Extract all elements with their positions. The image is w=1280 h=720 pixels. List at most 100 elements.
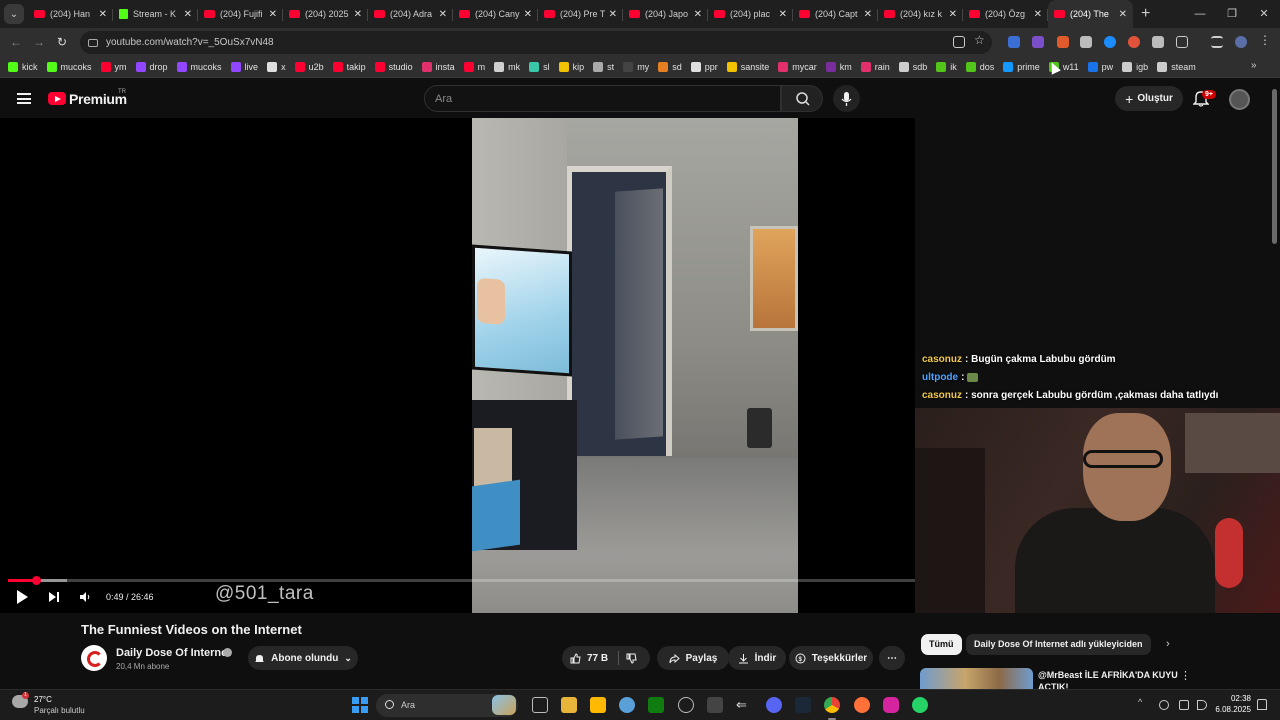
channel-avatar[interactable]: [81, 645, 107, 671]
bookmark-item[interactable]: insta: [421, 61, 455, 72]
extensions-puzzle-icon[interactable]: [1176, 36, 1188, 48]
tab-close-icon[interactable]: ✕: [269, 9, 277, 20]
reload-button[interactable]: ↻: [57, 35, 67, 49]
dislike-icon[interactable]: [626, 653, 637, 664]
browser-tab[interactable]: (204) Japo ✕: [623, 1, 708, 27]
like-icon[interactable]: [570, 652, 581, 664]
progress-bar[interactable]: [8, 576, 915, 585]
scrollbar-thumb[interactable]: [1272, 89, 1277, 244]
create-button[interactable]: + Oluştur: [1115, 86, 1183, 111]
chrome-icon[interactable]: [824, 697, 840, 720]
browser-tab[interactable]: (204) The ✕: [1048, 0, 1133, 28]
tab-close-icon[interactable]: ✕: [949, 9, 957, 20]
share-button[interactable]: Paylaş: [657, 646, 729, 670]
weather-description[interactable]: Parçalı bulutlu: [34, 706, 85, 715]
bookmark-item[interactable]: pw: [1087, 61, 1113, 72]
app-icon-9[interactable]: ⇐: [736, 697, 752, 713]
bookmark-item[interactable]: x: [267, 61, 286, 72]
discord-icon[interactable]: [766, 697, 782, 713]
tray-expand-icon[interactable]: ^: [1138, 697, 1142, 707]
bookmark-star-icon[interactable]: ☆: [974, 33, 986, 47]
bookmark-item[interactable]: sd: [658, 61, 682, 72]
start-button[interactable]: [352, 697, 368, 713]
bookmark-item[interactable]: rain: [860, 61, 890, 72]
like-count[interactable]: 77 B: [587, 653, 608, 664]
bookmark-item[interactable]: sdb: [898, 61, 927, 72]
clock-icon[interactable]: [678, 697, 694, 713]
chip-from-uploader[interactable]: Daily Dose Of Internet adlı yükleyiciden: [966, 634, 1151, 655]
voice-search-button[interactable]: [833, 85, 860, 112]
search-button[interactable]: [781, 85, 823, 112]
tab-search-menu-button[interactable]: ⌄: [4, 4, 24, 24]
browser-tab[interactable]: (204) Pre T ✕: [538, 1, 623, 27]
tab-close-icon[interactable]: ✕: [99, 9, 107, 20]
next-video-icon[interactable]: [48, 591, 60, 603]
subscribe-button[interactable]: Abone olundu ⌄: [248, 646, 358, 670]
progress-scrubber[interactable]: [31, 576, 41, 585]
restore-button[interactable]: ❐: [1216, 0, 1248, 28]
tab-close-icon[interactable]: ✕: [439, 9, 447, 20]
file-explorer-icon[interactable]: [561, 697, 577, 713]
xbox-icon[interactable]: [648, 697, 664, 713]
back-button[interactable]: ←: [10, 35, 22, 49]
bookmark-item[interactable]: sl: [529, 61, 550, 72]
browser-tab[interactable]: (204) Özg ✕: [963, 1, 1048, 27]
recommended-more-icon[interactable]: ⋮: [1180, 669, 1191, 682]
browser-tab[interactable]: (204) Adra ✕: [368, 1, 453, 27]
profile-icon[interactable]: [1235, 36, 1247, 48]
cast-icon[interactable]: [953, 36, 965, 48]
extension-icon-5[interactable]: [1104, 36, 1116, 48]
more-actions-button[interactable]: ⋯: [879, 646, 905, 670]
tab-close-icon[interactable]: ✕: [609, 9, 617, 20]
bookmark-item[interactable]: mucoks: [46, 61, 92, 72]
bookmark-item[interactable]: kick: [8, 61, 38, 72]
bookmarks-overflow-icon[interactable]: »: [1251, 60, 1257, 71]
browser-tab[interactable]: (204) kız k ✕: [878, 1, 963, 27]
minimize-button[interactable]: —: [1184, 0, 1216, 28]
bookmark-item[interactable]: studio: [374, 61, 413, 72]
tab-close-icon[interactable]: ✕: [524, 9, 532, 20]
network-icon[interactable]: [1179, 700, 1189, 710]
clock-time[interactable]: 02:38: [1229, 694, 1251, 703]
bookmark-item[interactable]: kip: [558, 61, 584, 72]
whatsapp-icon[interactable]: [912, 697, 928, 713]
bookmark-item[interactable]: u2b: [294, 61, 324, 72]
browser-tab[interactable]: Stream - K ✕: [113, 1, 198, 27]
chevron-right-icon[interactable]: ›: [1166, 638, 1170, 650]
thanks-button[interactable]: $ Teşekkürler: [789, 646, 873, 670]
firefox-icon[interactable]: [854, 697, 870, 713]
extension-icon-7[interactable]: [1152, 36, 1164, 48]
recommended-video-title[interactable]: @MrBeast İLE AFRİKA'DA KUYU AÇTIK!: [1038, 669, 1178, 689]
steam-icon[interactable]: [795, 697, 811, 713]
bookmark-item[interactable]: mucoks: [176, 61, 222, 72]
bookmark-item[interactable]: sansite: [726, 61, 769, 72]
browser-tab[interactable]: (204) Cany ✕: [453, 1, 538, 27]
tab-close-icon[interactable]: ✕: [694, 9, 702, 20]
extension-icon-4[interactable]: [1080, 36, 1092, 48]
bookmark-item[interactable]: mycar: [778, 61, 817, 72]
bookmark-item[interactable]: dos: [965, 61, 994, 72]
bookmark-item[interactable]: takip: [332, 61, 366, 72]
browser-tab[interactable]: (204) Han ✕: [28, 1, 113, 27]
tab-close-icon[interactable]: ✕: [864, 9, 872, 20]
menu-icon[interactable]: [17, 93, 31, 104]
bookmark-item[interactable]: live: [230, 61, 258, 72]
forward-button[interactable]: →: [33, 35, 45, 49]
tab-close-icon[interactable]: ✕: [184, 9, 192, 20]
browser-menu-icon[interactable]: ⋮: [1259, 33, 1271, 47]
recommended-video-thumbnail[interactable]: [920, 668, 1033, 690]
instagram-icon[interactable]: [883, 697, 899, 713]
extension-icon-3[interactable]: [1057, 36, 1069, 48]
bookmark-item[interactable]: ym: [100, 61, 127, 72]
clock-date[interactable]: 6.08.2025: [1215, 705, 1251, 714]
volume-icon[interactable]: [79, 591, 91, 603]
weather-temperature[interactable]: 27°C: [34, 695, 52, 704]
tray-app-icon[interactable]: [1159, 700, 1169, 710]
bookmark-item[interactable]: my: [623, 61, 649, 72]
bookmark-item[interactable]: st: [593, 61, 614, 72]
browser-tab[interactable]: (204) plac ✕: [708, 1, 793, 27]
speaker-icon[interactable]: [1197, 700, 1207, 710]
bookmark-item[interactable]: drop: [135, 61, 168, 72]
extension-icon-2[interactable]: [1032, 36, 1044, 48]
search-input[interactable]: Ara: [424, 85, 781, 112]
